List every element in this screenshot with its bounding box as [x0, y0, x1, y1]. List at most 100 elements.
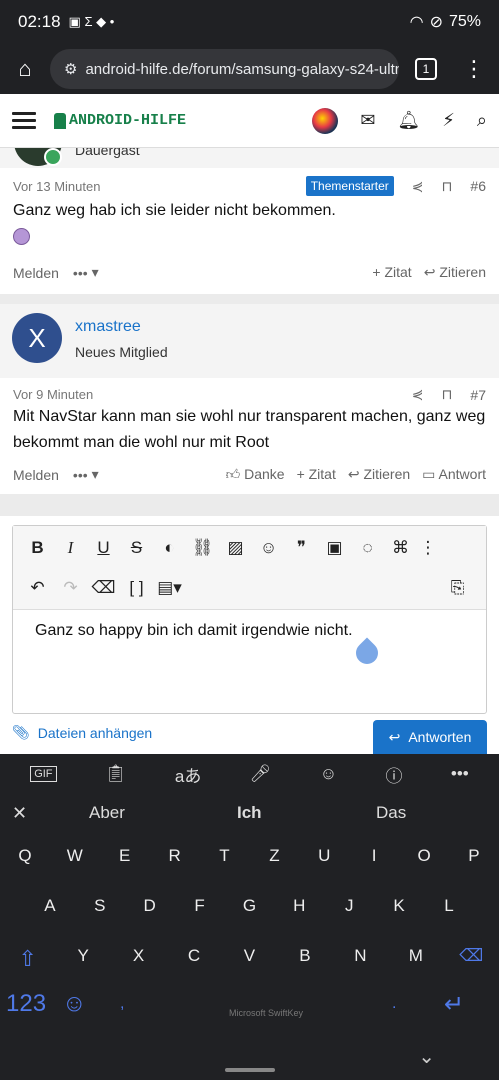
key[interactable]: O	[404, 846, 444, 866]
site-settings-icon[interactable]: ⚙	[64, 60, 77, 78]
menu-icon[interactable]	[12, 108, 36, 133]
key[interactable]: W	[55, 846, 95, 866]
message-input[interactable]: Ganz so happy bin ich damit irgendwie ni…	[13, 610, 486, 652]
shift-icon[interactable]: ⇧	[8, 946, 48, 972]
post-number[interactable]: #6	[470, 178, 486, 194]
sticker-icon[interactable]: ☺	[320, 764, 337, 784]
site-logo[interactable]: ANDROID-HILFE	[54, 112, 186, 129]
key[interactable]: B	[285, 946, 325, 972]
mail-icon[interactable]: ✉	[360, 110, 375, 131]
answer-button[interactable]: ▭ Antwort	[422, 466, 486, 483]
browser-menu-icon[interactable]: ⋮	[463, 56, 485, 82]
key[interactable]: C	[174, 946, 214, 972]
address-bar[interactable]: ⚙ android-hilfe.de/forum/samsung-galaxy-…	[50, 49, 399, 89]
underline-icon[interactable]: U	[87, 538, 120, 558]
link-icon[interactable]: ⛓	[186, 538, 219, 558]
more-button[interactable]: •••	[73, 265, 88, 281]
key[interactable]: F	[180, 896, 220, 916]
info-icon[interactable]: ⓘ	[386, 762, 403, 787]
user-avatar[interactable]	[312, 107, 339, 134]
italic-icon[interactable]: I	[54, 538, 87, 558]
emoji-icon[interactable]: ☺	[62, 990, 87, 1018]
comma-key[interactable]: ,	[120, 995, 124, 1013]
report-button[interactable]: Melden	[13, 467, 59, 483]
enter-icon[interactable]: ↵	[444, 990, 464, 1019]
post-time[interactable]: Vor 13 Minuten	[13, 179, 100, 194]
quote-button[interactable]: + Zitat	[372, 264, 411, 281]
more-options-icon[interactable]: ⋮	[417, 538, 439, 558]
suggestion[interactable]: Aber	[89, 803, 125, 823]
like-button[interactable]: 👍︎ Danke	[226, 466, 285, 483]
chevron-down-icon[interactable]: ▾	[92, 264, 99, 281]
bookmark-icon[interactable]: ⊓	[441, 386, 452, 403]
home-icon[interactable]: ⌂	[0, 56, 50, 82]
quote-button[interactable]: + Zitat	[297, 466, 336, 483]
key[interactable]: M	[396, 946, 436, 972]
microphone-icon[interactable]: 🎤︎	[250, 764, 272, 784]
suggestion[interactable]: Das	[376, 803, 406, 823]
key[interactable]: P	[454, 846, 494, 866]
quote-icon[interactable]: ❞	[285, 538, 318, 558]
more-button[interactable]: •••	[73, 467, 88, 483]
clipboard-icon[interactable]: 📋︎	[105, 764, 127, 784]
search-icon[interactable]: ⌕	[477, 110, 487, 131]
key[interactable]: A	[30, 896, 70, 916]
key[interactable]: H	[279, 896, 319, 916]
key[interactable]: K	[379, 896, 419, 916]
username-link[interactable]: xmastree	[75, 318, 141, 336]
key[interactable]: J	[329, 896, 369, 916]
chevron-down-icon[interactable]: ▾	[92, 466, 99, 483]
undo-icon[interactable]: ↶	[21, 578, 54, 598]
lightning-icon[interactable]: ⚡︎	[442, 110, 455, 131]
cite-button[interactable]: ↩ Zitieren	[348, 466, 410, 483]
key[interactable]: T	[205, 846, 245, 866]
key[interactable]: R	[155, 846, 195, 866]
avatar[interactable]: X	[12, 313, 62, 363]
close-icon[interactable]: ✕	[12, 803, 27, 824]
attach-files-button[interactable]: 📎︎ Dateien anhängen	[12, 724, 152, 741]
url-text[interactable]: android-hilfe.de/forum/samsung-galaxy-s2…	[85, 61, 399, 78]
chevron-down-icon[interactable]: ⌄	[418, 1044, 435, 1069]
key[interactable]: U	[304, 846, 344, 866]
image-icon[interactable]: ▨	[219, 538, 252, 558]
translate-icon[interactable]: aあ	[175, 762, 201, 787]
preview-icon[interactable]: ⎘	[441, 578, 474, 598]
bold-icon[interactable]: B	[21, 538, 54, 558]
share-icon[interactable]: ⋞	[412, 178, 424, 195]
nav-gesture-handle[interactable]	[225, 1068, 275, 1072]
period-key[interactable]: .	[392, 995, 396, 1013]
key[interactable]: Q	[5, 846, 45, 866]
eraser-icon[interactable]: ⌫	[87, 578, 120, 598]
spoiler-icon[interactable]: ◌	[351, 538, 384, 558]
key[interactable]: S	[80, 896, 120, 916]
save-draft-icon[interactable]: ▤▾	[153, 578, 186, 598]
post-time[interactable]: Vor 9 Minuten	[13, 387, 93, 402]
key[interactable]: G	[229, 896, 269, 916]
numbers-key[interactable]: 123	[6, 990, 46, 1018]
more-icon[interactable]: •••	[451, 764, 469, 784]
key[interactable]: L	[429, 896, 469, 916]
post-number[interactable]: #7	[470, 387, 486, 403]
key[interactable]: N	[340, 946, 380, 972]
key[interactable]: Y	[63, 946, 103, 972]
key[interactable]: I	[354, 846, 394, 866]
gamepad-icon[interactable]: ⌘	[384, 538, 417, 558]
color-palette-icon[interactable]: ◐	[153, 538, 186, 558]
suggestion[interactable]: Ich	[237, 803, 262, 823]
cite-button[interactable]: ↩ Zitieren	[424, 264, 486, 281]
strikethrough-icon[interactable]: S	[120, 538, 153, 558]
reply-button[interactable]: ↩ Antworten	[373, 720, 487, 754]
key[interactable]: D	[130, 896, 170, 916]
gif-icon[interactable]: GIF	[30, 766, 57, 782]
key[interactable]: X	[119, 946, 159, 972]
key[interactable]: V	[229, 946, 269, 972]
key[interactable]: E	[105, 846, 145, 866]
media-icon[interactable]: ▣	[318, 538, 351, 558]
bell-icon[interactable]: 🔔︎	[397, 110, 420, 131]
smiley-icon[interactable]: ☺	[252, 538, 285, 558]
bookmark-icon[interactable]: ⊓	[441, 178, 452, 195]
share-icon[interactable]: ⋞	[412, 386, 424, 403]
report-button[interactable]: Melden	[13, 265, 59, 281]
backspace-icon[interactable]: ⌫	[451, 946, 491, 972]
key[interactable]: Z	[254, 846, 294, 866]
